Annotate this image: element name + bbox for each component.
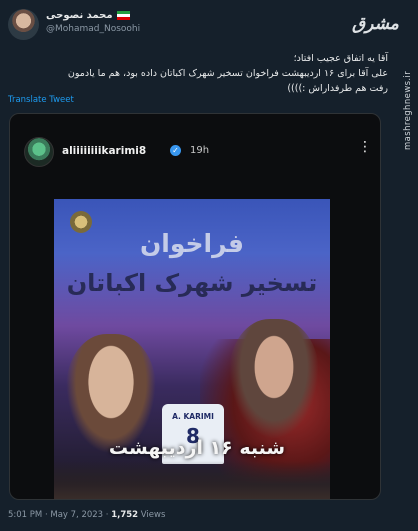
poster-date: شنبه ۱۶ اردیبهشت	[108, 437, 286, 459]
site-watermark: mashreghnews.ir	[403, 70, 413, 150]
iran-flag-icon	[116, 11, 130, 20]
tweet-date[interactable]: May 7, 2023	[50, 510, 103, 520]
poster-portrait-left	[66, 334, 156, 454]
tweet-meta: 5:01 PM · May 7, 2023 · 1,752 Views	[8, 510, 165, 520]
views-count: 1,752	[111, 510, 139, 520]
translate-tweet-link[interactable]: Translate Tweet	[8, 95, 74, 105]
author-display-name[interactable]: محمد نصوحی	[46, 10, 113, 21]
jersey-name: A. KARIMI	[172, 412, 214, 421]
poster-crowd	[54, 461, 330, 499]
tweet-media-image[interactable]: aliiiiiiiikarimi8 ✓ 19h ⋮ A. KARIMI 8 فر…	[9, 113, 381, 500]
verified-badge-icon: ✓	[170, 145, 181, 156]
tweet-line-3: رفت هم طرفداراش :))))	[287, 83, 388, 94]
poster-portrait-right	[229, 319, 319, 439]
tweet-line-2: علی آقا برای ۱۶ اردیبهشت فراخوان تسخیر ش…	[67, 68, 388, 79]
tweet-line-1: آقا یه اتفاق عجیب افتاد؛	[293, 53, 388, 64]
author-name-row[interactable]: محمد نصوحی	[46, 10, 130, 21]
tweet-text: آقا یه اتفاق عجیب افتاد؛ علی آقا برای ۱۶…	[30, 51, 388, 96]
author-handle[interactable]: @Mohamad_Nosoohi	[46, 24, 140, 34]
mashregh-logo: مشرق	[352, 14, 399, 34]
views-label: Views	[140, 510, 166, 520]
story-user-avatar	[24, 137, 54, 167]
story-timestamp: 19h	[190, 145, 210, 156]
author-avatar[interactable]	[8, 9, 39, 40]
story-username: aliiiiiiiikarimi8	[62, 145, 147, 157]
poster-title-line-2: تسخیر شهرک اکباتان	[66, 269, 318, 297]
flag-stripe-red	[116, 17, 130, 20]
tweet-card: محمد نصوحی @Mohamad_Nosoohi مشرق mashreg…	[0, 0, 418, 531]
campaign-poster: A. KARIMI 8 فراخوان تسخیر شهرک اکباتان ش…	[54, 199, 330, 499]
poster-title-line-1: فراخوان	[139, 229, 245, 258]
more-options-icon: ⋮	[358, 139, 372, 155]
tweet-time[interactable]: 5:01 PM	[8, 510, 42, 520]
